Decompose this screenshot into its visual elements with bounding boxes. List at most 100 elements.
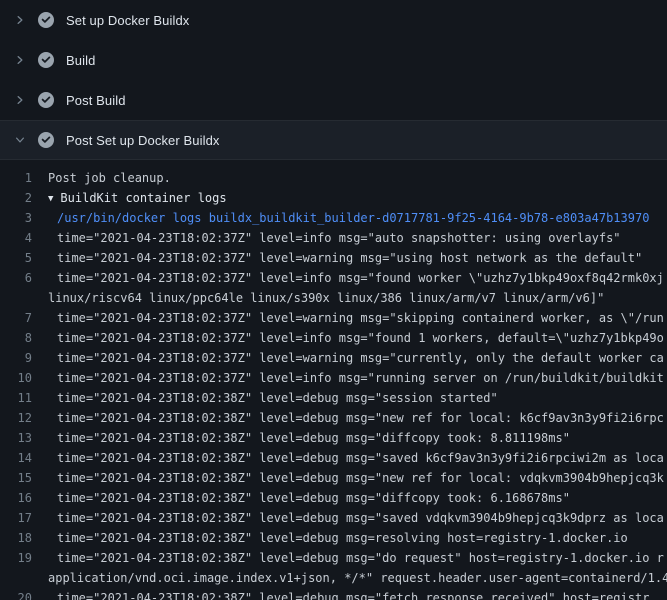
chevron-icon [12,12,28,28]
line-text: time="2021-04-23T18:02:37Z" level=info m… [48,268,667,288]
line-number[interactable]: 9 [0,348,48,368]
line-text: time="2021-04-23T18:02:38Z" level=debug … [48,548,667,568]
line-text: time="2021-04-23T18:02:38Z" level=debug … [48,488,667,508]
line-number[interactable]: 3 [0,208,48,228]
log-line: 17 time="2021-04-23T18:02:38Z" level=deb… [0,508,667,528]
line-text: time="2021-04-23T18:02:37Z" level=warnin… [48,248,667,268]
line-number[interactable] [0,288,48,308]
log-lines: 1 Post job cleanup. 2 ▼ BuildKit containe… [0,168,667,600]
log-line: 11 time="2021-04-23T18:02:38Z" level=deb… [0,388,667,408]
line-text: time="2021-04-23T18:02:37Z" level=warnin… [48,348,667,368]
log-line: 14 time="2021-04-23T18:02:38Z" level=deb… [0,448,667,468]
log-viewer: 1 Post job cleanup. 2 ▼ BuildKit containe… [0,160,667,600]
line-number[interactable]: 5 [0,248,48,268]
line-number[interactable]: 4 [0,228,48,248]
line-text: time="2021-04-23T18:02:37Z" level=info m… [48,328,667,348]
log-line: 10 time="2021-04-23T18:02:37Z" level=inf… [0,368,667,388]
log-line: application/vnd.oci.image.index.v1+json,… [0,568,667,588]
line-number[interactable]: 8 [0,328,48,348]
check-circle-icon [38,132,54,148]
sections: Set up Docker Buildx Build Post Buil [0,0,667,160]
line-text: Post job cleanup. [48,168,667,188]
log-line: 12 time="2021-04-23T18:02:38Z" level=deb… [0,408,667,428]
log-line: 15 time="2021-04-23T18:02:38Z" level=deb… [0,468,667,488]
line-text: time="2021-04-23T18:02:37Z" level=warnin… [48,308,667,328]
section-label: Post Build [66,93,126,108]
line-text-content: /usr/bin/docker logs buildx_buildkit_bui… [57,211,649,225]
line-text-content: time="2021-04-23T18:02:38Z" level=debug … [57,591,649,600]
log-line: 9 time="2021-04-23T18:02:37Z" level=warn… [0,348,667,368]
line-number[interactable]: 16 [0,488,48,508]
log-line: linux/riscv64 linux/ppc64le linux/s390x … [0,288,667,308]
line-number[interactable]: 10 [0,368,48,388]
line-text-content: linux/riscv64 linux/ppc64le linux/s390x … [48,291,604,305]
line-number[interactable]: 20 [0,588,48,600]
log-line: 16 time="2021-04-23T18:02:38Z" level=deb… [0,488,667,508]
line-text-content: time="2021-04-23T18:02:37Z" level=warnin… [57,251,642,265]
line-number[interactable]: 18 [0,528,48,548]
line-text: time="2021-04-23T18:02:38Z" level=debug … [48,448,667,468]
check-circle-icon [38,12,54,28]
line-text-content: time="2021-04-23T18:02:37Z" level=info m… [57,331,664,345]
line-text: linux/riscv64 linux/ppc64le linux/s390x … [48,288,667,308]
chevron-icon [12,92,28,108]
line-text: time="2021-04-23T18:02:38Z" level=debug … [48,508,667,528]
line-text: time="2021-04-23T18:02:37Z" level=info m… [48,228,667,248]
line-text-content: time="2021-04-23T18:02:37Z" level=info m… [57,371,664,385]
section-label: Post Set up Docker Buildx [66,133,220,148]
line-number[interactable]: 6 [0,268,48,288]
line-text: time="2021-04-23T18:02:38Z" level=debug … [48,468,667,488]
chevron-icon [12,132,28,148]
line-text-content: time="2021-04-23T18:02:37Z" level=warnin… [57,351,664,365]
group-toggle-icon[interactable]: ▼ [48,194,53,204]
line-number[interactable]: 12 [0,408,48,428]
line-number[interactable]: 14 [0,448,48,468]
line-number[interactable]: 11 [0,388,48,408]
section-label: Build [66,53,95,68]
line-text-content: BuildKit container logs [60,191,226,205]
check-circle-icon [38,52,54,68]
line-text-content: time="2021-04-23T18:02:38Z" level=debug … [57,511,664,525]
line-text-content: time="2021-04-23T18:02:38Z" level=debug … [57,411,664,425]
log-line: 1 Post job cleanup. [0,168,667,188]
line-text: ▼ BuildKit container logs [48,188,667,208]
line-text: /usr/bin/docker logs buildx_buildkit_bui… [48,208,667,228]
log-line: 19 time="2021-04-23T18:02:38Z" level=deb… [0,548,667,568]
line-number[interactable]: 15 [0,468,48,488]
log-line: 8 time="2021-04-23T18:02:37Z" level=info… [0,328,667,348]
line-text: time="2021-04-23T18:02:38Z" level=debug … [48,408,667,428]
line-text-content: time="2021-04-23T18:02:38Z" level=debug … [57,431,570,445]
log-line: 3 /usr/bin/docker logs buildx_buildkit_b… [0,208,667,228]
line-number[interactable]: 19 [0,548,48,568]
section-header-set-up-docker-buildx[interactable]: Set up Docker Buildx [0,0,667,40]
line-text: time="2021-04-23T18:02:38Z" level=debug … [48,388,667,408]
section-header-post-set-up-docker-buildx[interactable]: Post Set up Docker Buildx [0,120,667,160]
log-line: 2 ▼ BuildKit container logs [0,188,667,208]
line-number[interactable]: 2 [0,188,48,208]
line-number[interactable]: 13 [0,428,48,448]
line-text: time="2021-04-23T18:02:37Z" level=info m… [48,368,667,388]
section-header-build[interactable]: Build [0,40,667,80]
line-text: time="2021-04-23T18:02:38Z" level=debug … [48,588,667,600]
section-label: Set up Docker Buildx [66,13,189,28]
log-line: 6 time="2021-04-23T18:02:37Z" level=info… [0,268,667,288]
log-line: 5 time="2021-04-23T18:02:37Z" level=warn… [0,248,667,268]
line-number[interactable]: 1 [0,168,48,188]
line-number[interactable]: 7 [0,308,48,328]
line-number[interactable] [0,568,48,588]
line-text-content: time="2021-04-23T18:02:38Z" level=debug … [57,451,664,465]
line-text-content: time="2021-04-23T18:02:38Z" level=debug … [57,531,628,545]
line-text-content: Post job cleanup. [48,171,171,185]
line-text-content: time="2021-04-23T18:02:37Z" level=warnin… [57,311,664,325]
chevron-icon [12,52,28,68]
log-line: 13 time="2021-04-23T18:02:38Z" level=deb… [0,428,667,448]
line-text-content: time="2021-04-23T18:02:38Z" level=debug … [57,551,664,565]
line-text: time="2021-04-23T18:02:38Z" level=debug … [48,528,667,548]
line-number[interactable]: 17 [0,508,48,528]
log-line: 18 time="2021-04-23T18:02:38Z" level=deb… [0,528,667,548]
section-header-post-build[interactable]: Post Build [0,80,667,120]
line-text-content: time="2021-04-23T18:02:37Z" level=info m… [57,271,664,285]
check-circle-icon [38,92,54,108]
line-text: time="2021-04-23T18:02:38Z" level=debug … [48,428,667,448]
log-line: 4 time="2021-04-23T18:02:37Z" level=info… [0,228,667,248]
